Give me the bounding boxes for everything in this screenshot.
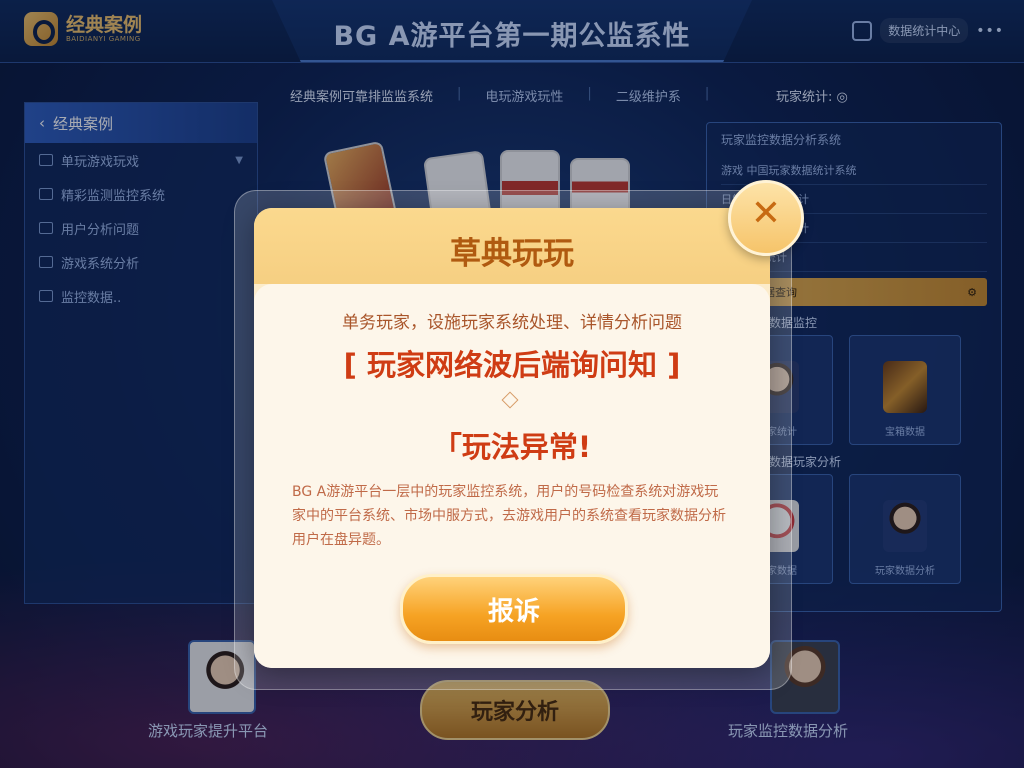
- modal-description: 单务玩家，设施玩家系统处理、详情分析问题: [342, 313, 682, 333]
- alert-modal: 草典玩玩 单务玩家，设施玩家系统处理、详情分析问题 [ 玩家网络波后端询问知 ]…: [254, 208, 770, 668]
- diamond-divider-icon: [501, 391, 519, 409]
- close-icon: ✕: [750, 193, 782, 234]
- report-button[interactable]: 报诉: [400, 574, 628, 644]
- modal-alert-text: 「玩法异常!: [432, 430, 592, 464]
- modal-paragraph: BG A游游平台一层中的玩家监控系统，用户的号码检查系统对游戏玩家中的平台系统、…: [292, 484, 726, 548]
- modal-title: 草典玩玩: [450, 236, 574, 272]
- modal-body: 单务玩家，设施玩家系统处理、详情分析问题 [ 玩家网络波后端询问知 ] 「玩法异…: [254, 284, 770, 668]
- close-button[interactable]: ✕: [728, 180, 804, 256]
- modal-headline: [ 玩家网络波后端询问知 ]: [343, 348, 681, 382]
